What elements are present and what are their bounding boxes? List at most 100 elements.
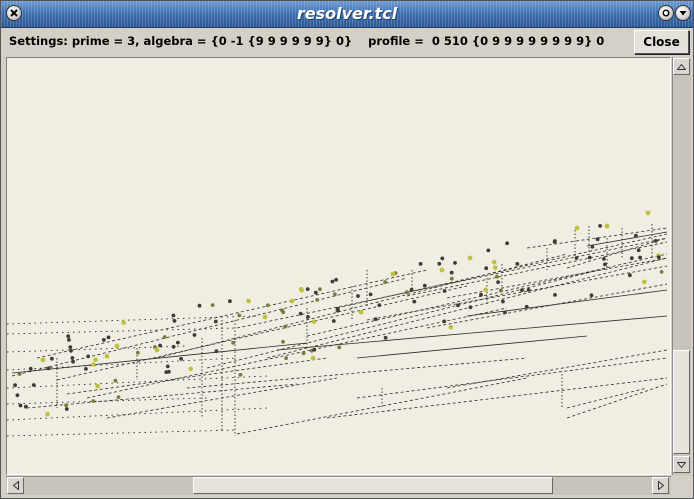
graph-node bbox=[311, 319, 317, 325]
graph-node bbox=[246, 298, 251, 304]
graph-node bbox=[301, 351, 306, 356]
graph-node bbox=[358, 310, 364, 315]
graph-node bbox=[603, 262, 607, 267]
graph-node bbox=[598, 224, 602, 228]
graph-node bbox=[590, 244, 595, 249]
graph-node bbox=[439, 267, 445, 273]
graph-node bbox=[162, 335, 167, 339]
graph-node bbox=[46, 366, 51, 371]
graph-node bbox=[70, 356, 75, 360]
graph-node bbox=[66, 334, 71, 339]
graph-node bbox=[653, 239, 658, 243]
graph-node bbox=[104, 353, 110, 359]
close-button[interactable]: Close bbox=[634, 30, 689, 54]
graph-node bbox=[412, 299, 417, 304]
graph-edge bbox=[7, 327, 238, 335]
graph-edge bbox=[466, 289, 668, 317]
graph-edge bbox=[356, 335, 588, 359]
graph-node bbox=[40, 357, 46, 363]
graph-node bbox=[336, 308, 340, 313]
graph-node bbox=[15, 393, 20, 398]
graph-edge bbox=[7, 429, 238, 437]
graph-node bbox=[231, 340, 236, 345]
arrow-left-icon[interactable] bbox=[7, 477, 24, 494]
graph-node bbox=[93, 357, 98, 363]
graph-edge bbox=[406, 241, 668, 297]
horizontal-scroll-thumb[interactable] bbox=[193, 477, 553, 494]
graph-edge bbox=[446, 349, 668, 389]
graph-node bbox=[442, 289, 447, 293]
graph-node bbox=[154, 347, 160, 353]
graph-node bbox=[298, 287, 304, 292]
graph-node bbox=[313, 290, 318, 295]
graph-node bbox=[495, 274, 499, 279]
graph-node bbox=[333, 292, 337, 297]
graph-node bbox=[479, 292, 483, 297]
graph-node bbox=[69, 348, 73, 353]
graph-node bbox=[405, 290, 409, 295]
graph-node bbox=[24, 404, 28, 409]
graph-edge bbox=[11, 342, 308, 374]
vertical-scroll-thumb[interactable] bbox=[673, 350, 690, 454]
graph-node bbox=[84, 367, 88, 371]
app-window: resolver.tcl Settings: prime = 3, algebr… bbox=[0, 0, 694, 499]
graph-node bbox=[116, 395, 121, 399]
graph-node bbox=[171, 313, 176, 318]
graph-node bbox=[440, 256, 445, 261]
graph-node bbox=[638, 255, 642, 260]
graph-node bbox=[106, 335, 111, 340]
graph-node bbox=[493, 265, 498, 270]
graph-node bbox=[604, 223, 610, 229]
graph-node bbox=[298, 311, 303, 316]
graph-node bbox=[505, 241, 509, 246]
graph-node bbox=[121, 320, 126, 325]
arrow-right-icon[interactable] bbox=[652, 477, 669, 494]
graph-node bbox=[136, 350, 140, 355]
graph-node bbox=[310, 355, 316, 361]
graph-node bbox=[486, 248, 491, 253]
graph-node bbox=[574, 256, 579, 260]
graph-node bbox=[50, 356, 54, 361]
graph-node bbox=[13, 383, 17, 388]
graph-node bbox=[526, 288, 531, 292]
graph-node bbox=[484, 266, 489, 271]
graph-node bbox=[467, 255, 473, 261]
graph-node bbox=[176, 340, 180, 345]
graph-node bbox=[390, 271, 396, 277]
graph-node bbox=[330, 279, 335, 284]
graph-node bbox=[501, 299, 505, 304]
arrow-up-icon[interactable] bbox=[673, 58, 690, 75]
graph-edge bbox=[356, 357, 668, 399]
graph-node bbox=[337, 345, 342, 350]
shade-icon[interactable] bbox=[658, 5, 674, 21]
arrow-down-icon[interactable] bbox=[673, 456, 690, 473]
graph-node bbox=[552, 239, 557, 244]
graph-edge bbox=[566, 387, 648, 409]
title-bar[interactable]: resolver.tcl bbox=[1, 1, 693, 28]
window-title: resolver.tcl bbox=[296, 4, 398, 23]
graph-node bbox=[95, 384, 100, 389]
graph-edge bbox=[266, 257, 668, 359]
graph-node bbox=[165, 364, 170, 369]
graph-node bbox=[383, 280, 387, 284]
graph-node bbox=[91, 362, 96, 367]
graph-edge bbox=[566, 383, 668, 419]
graph-edge bbox=[186, 357, 528, 389]
vertical-scrollbar[interactable] bbox=[672, 57, 691, 475]
resolution-canvas[interactable] bbox=[6, 57, 671, 475]
settings-label: Settings: prime = 3, algebra = {0 -1 {9 … bbox=[9, 34, 605, 48]
graph-node bbox=[86, 354, 91, 359]
graph-node bbox=[64, 407, 69, 411]
graph-edge bbox=[36, 269, 428, 359]
graph-edge bbox=[7, 375, 268, 389]
graph-node bbox=[188, 366, 193, 372]
graph-node bbox=[373, 317, 378, 321]
graph-node bbox=[192, 333, 197, 337]
graph-edge bbox=[7, 397, 208, 405]
menu-arrow-icon[interactable] bbox=[675, 5, 691, 21]
graph-node bbox=[262, 314, 268, 320]
graph-node bbox=[383, 335, 388, 340]
horizontal-scrollbar[interactable] bbox=[6, 476, 671, 495]
graph-node bbox=[628, 273, 632, 278]
graph-node bbox=[574, 225, 580, 231]
